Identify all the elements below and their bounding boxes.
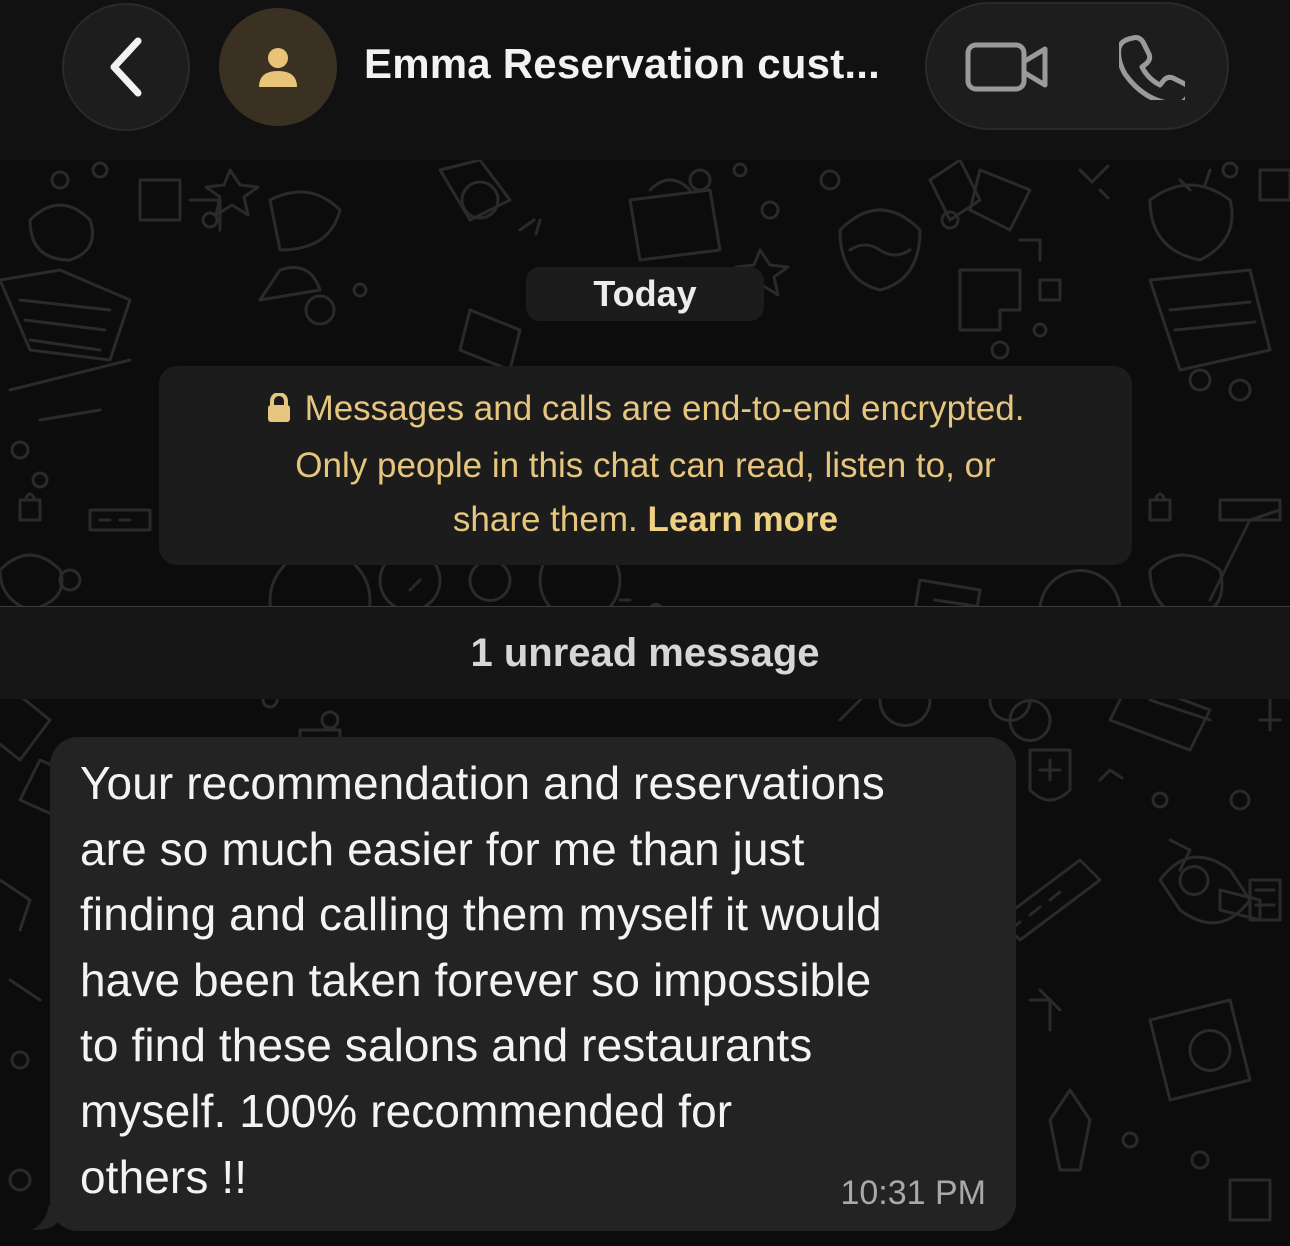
encryption-notice-line3: share them. Learn more (159, 493, 1132, 547)
lock-icon (267, 385, 291, 439)
encryption-text-3: share them. (452, 500, 638, 539)
encryption-notice[interactable]: Messages and calls are end-to-end encryp… (159, 366, 1132, 565)
person-icon (259, 48, 297, 87)
voice-call-button[interactable] (1107, 30, 1197, 104)
video-camera-icon (965, 42, 1048, 92)
unread-divider: 1 unread message (0, 606, 1290, 699)
video-call-button[interactable] (957, 34, 1057, 100)
message-timestamp: 10:31 PM (840, 1174, 986, 1212)
back-button[interactable] (62, 3, 190, 131)
date-separator: Today (526, 267, 764, 321)
contact-name[interactable]: Emma Reservation cust... (364, 40, 880, 88)
phone-icon (1119, 35, 1185, 100)
chevron-left-icon (110, 37, 142, 97)
contact-avatar[interactable] (219, 8, 337, 126)
encryption-text-1: Messages and calls are end-to-end encryp… (304, 389, 1025, 428)
encryption-text-2: Only people in this chat can read, liste… (295, 446, 996, 485)
message-bubble[interactable]: Your recommendation and reservations are… (50, 737, 1016, 1231)
chat-header: Emma Reservation cust... (0, 0, 1290, 160)
encryption-notice-line1: Messages and calls are end-to-end encryp… (159, 382, 1132, 439)
call-actions (925, 2, 1229, 130)
learn-more-link[interactable]: Learn more (647, 500, 838, 539)
chat-screen: Emma Reservation cust... Today Messages … (0, 0, 1290, 1246)
message-text: Your recommendation and reservations are… (80, 757, 885, 1203)
